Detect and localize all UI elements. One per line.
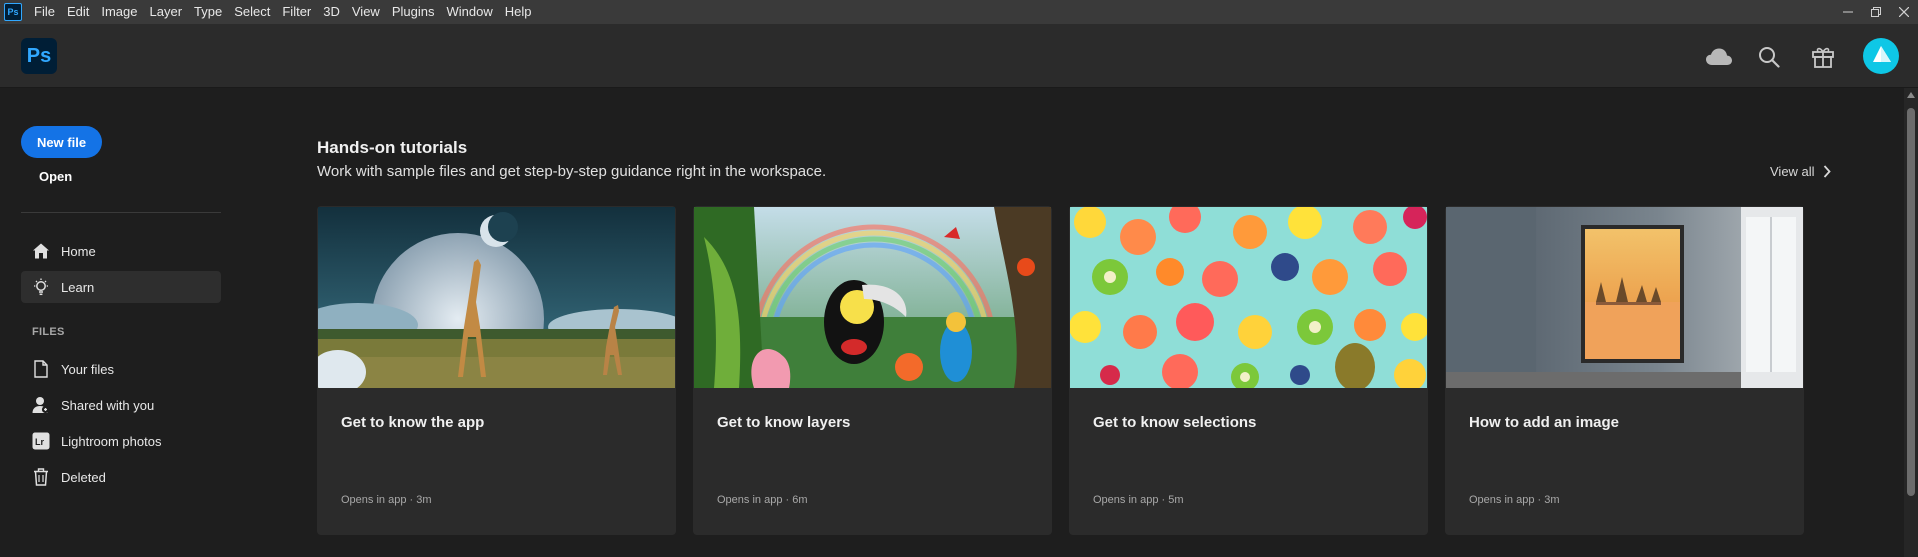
menu-bar: Ps File Edit Image Layer Type Select Fil… (0, 0, 1918, 24)
files-heading: FILES (32, 326, 65, 338)
menu-select[interactable]: Select (228, 0, 276, 24)
open-button[interactable]: Open (39, 169, 72, 184)
section-title: Hands-on tutorials (317, 138, 468, 157)
view-all-link[interactable]: View all (1770, 164, 1831, 179)
lightbulb-icon (31, 277, 51, 297)
menu-image[interactable]: Image (95, 0, 143, 24)
tutorial-card-app[interactable]: Get to know the app Opens in app · 3m (317, 206, 676, 535)
sidebar-item-deleted[interactable]: Deleted (21, 461, 221, 493)
tutorial-image-fruits (1070, 207, 1427, 388)
menu-layer[interactable]: Layer (144, 0, 189, 24)
sidebar-item-label: Learn (61, 279, 95, 295)
sidebar-item-lightroom[interactable]: Lr Lightroom photos (21, 425, 221, 457)
chevron-right-icon (1823, 165, 1831, 178)
sidebar-item-label: Home (61, 243, 96, 259)
menu-help[interactable]: Help (499, 0, 538, 24)
lightroom-icon: Lr (31, 431, 51, 451)
app-header: Ps (0, 24, 1918, 88)
section-subtitle: Work with sample files and get step-by-s… (317, 163, 827, 180)
sidebar-item-label: Shared with you (61, 397, 155, 413)
menu-view[interactable]: View (346, 0, 386, 24)
menu-3d[interactable]: 3D (317, 0, 346, 24)
scroll-up-icon[interactable] (1907, 92, 1915, 98)
card-meta: Opens in app · 3m (1469, 494, 1560, 506)
menu-window[interactable]: Window (440, 0, 498, 24)
card-opens-label: Opens in app (717, 494, 783, 506)
sidebar-item-label: Lightroom photos (61, 433, 162, 449)
sidebar-item-home[interactable]: Home (21, 235, 221, 267)
scrollbar-thumb[interactable] (1907, 108, 1915, 496)
restore-icon (1871, 7, 1881, 17)
tutorial-image-room (1446, 207, 1803, 388)
sidebar-item-shared[interactable]: Shared with you (21, 389, 221, 421)
search-icon[interactable] (1756, 44, 1782, 70)
tutorial-image-giraffes (318, 207, 675, 388)
card-duration: 3m (416, 494, 432, 506)
cloud-icon[interactable] (1706, 44, 1732, 70)
view-all-label: View all (1770, 164, 1815, 179)
menu-type[interactable]: Type (188, 0, 228, 24)
sidebar-item-label: Your files (61, 361, 114, 377)
window-controls (1834, 0, 1918, 24)
tutorial-card-layers[interactable]: Get to know layers Opens in app · 6m (693, 206, 1052, 535)
card-duration: 5m (1168, 494, 1184, 506)
sidebar-divider (21, 212, 221, 213)
card-opens-label: Opens in app (1093, 494, 1159, 506)
card-meta: Opens in app · 5m (1093, 494, 1184, 506)
tutorial-card-selections[interactable]: Get to know selections Opens in app · 5m (1069, 206, 1428, 535)
menu-file[interactable]: File (28, 0, 61, 24)
close-icon (1899, 7, 1909, 17)
close-button[interactable] (1890, 0, 1918, 24)
new-file-button[interactable]: New file (21, 126, 102, 158)
sidebar-item-your-files[interactable]: Your files (21, 353, 221, 385)
card-title: How to add an image (1469, 414, 1620, 431)
tutorial-card-add-image[interactable]: How to add an image Opens in app · 3m (1445, 206, 1804, 535)
scrollbar[interactable] (1904, 88, 1918, 557)
restore-button[interactable] (1862, 0, 1890, 24)
card-title: Get to know layers (717, 414, 851, 431)
menu-plugins[interactable]: Plugins (386, 0, 441, 24)
menu-edit[interactable]: Edit (61, 0, 95, 24)
gift-icon[interactable] (1810, 44, 1836, 70)
card-opens-label: Opens in app (1469, 494, 1535, 506)
card-meta: Opens in app · 3m (341, 494, 432, 506)
app-badge: Ps (4, 3, 22, 21)
avatar[interactable] (1863, 38, 1899, 74)
home-icon (31, 241, 51, 261)
svg-text:Lr: Lr (35, 437, 44, 447)
main-content: New file Open Home Learn FILES Your file… (0, 88, 1904, 557)
sidebar-item-learn[interactable]: Learn (21, 271, 221, 303)
menu-filter[interactable]: Filter (276, 0, 317, 24)
tutorial-image-toucan (694, 207, 1051, 388)
trash-icon (31, 467, 51, 487)
card-opens-label: Opens in app (341, 494, 407, 506)
card-duration: 3m (1544, 494, 1560, 506)
card-meta: Opens in app · 6m (717, 494, 808, 506)
sidebar-item-label: Deleted (61, 469, 106, 485)
photoshop-logo[interactable]: Ps (21, 38, 57, 74)
minimize-icon (1843, 11, 1853, 13)
card-title: Get to know selections (1093, 414, 1257, 431)
shared-user-icon (31, 395, 51, 415)
minimize-button[interactable] (1834, 0, 1862, 24)
card-title: Get to know the app (341, 414, 485, 431)
document-icon (31, 359, 51, 379)
card-duration: 6m (792, 494, 808, 506)
